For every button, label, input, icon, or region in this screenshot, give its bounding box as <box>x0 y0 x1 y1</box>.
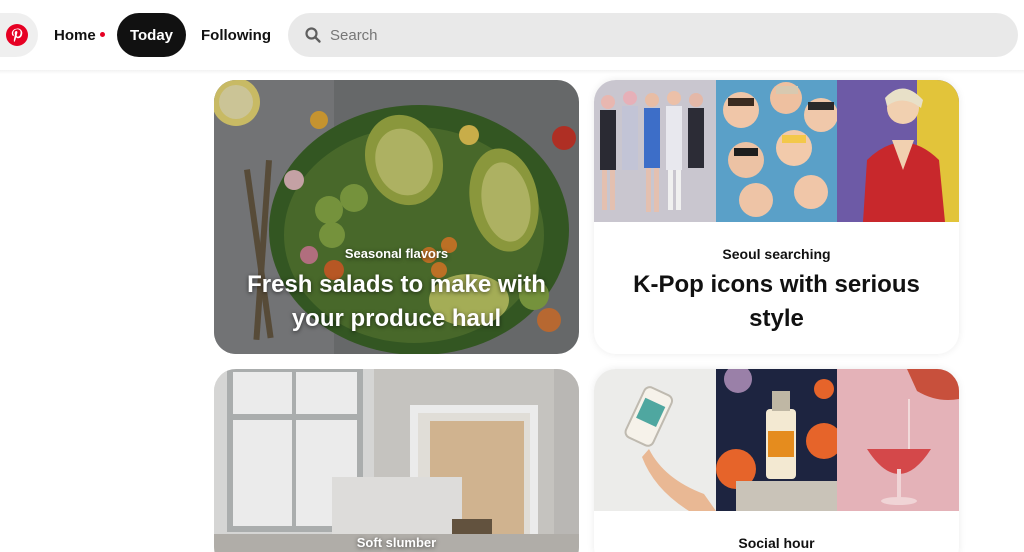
logo-mark <box>6 24 28 46</box>
search-icon <box>305 27 321 43</box>
card-headline-line-2: style <box>749 305 804 332</box>
card-headline-line-1: Fresh salads to make with <box>247 271 546 298</box>
today-card-salads[interactable]: Seasonal flavors Fresh salads to make wi… <box>214 80 579 354</box>
card-eyebrow: Seoul searching <box>722 246 831 262</box>
card-eyebrow: Seasonal flavors <box>344 246 449 261</box>
search-bar[interactable] <box>288 13 1018 57</box>
notification-dot <box>99 31 105 37</box>
nav-following[interactable]: Following <box>193 13 279 57</box>
card-headline-line-2: your produce haul <box>291 305 502 332</box>
nav-home-label: Home <box>54 26 96 44</box>
drinks-photo-strip <box>594 369 959 511</box>
drinks-photo-3 <box>837 369 959 511</box>
kpop-photo-2 <box>715 80 838 222</box>
drinks-photo-1 <box>594 369 716 511</box>
card-eyebrow: Social hour <box>738 535 815 551</box>
card-headline-line-1: K-Pop icons with serious <box>633 271 920 298</box>
today-card-kpop[interactable]: Seoul searching K-Pop icons with serious… <box>594 80 959 354</box>
pinterest-logo-icon[interactable] <box>0 13 38 57</box>
header-divider <box>0 70 1024 74</box>
today-card-social-hour[interactable]: Social hour <box>594 369 959 552</box>
nav-home[interactable]: Home <box>46 13 113 57</box>
logo-p-glyph <box>11 28 23 43</box>
top-nav-bar: Home Today Following <box>0 0 1024 70</box>
nav-following-label: Following <box>201 26 271 44</box>
search-input[interactable] <box>330 26 970 44</box>
kpop-photo-3 <box>837 80 959 222</box>
card-eyebrow: Soft slumber <box>356 535 437 550</box>
kpop-photo-strip <box>594 80 959 222</box>
nav-today-label: Today <box>129 26 174 44</box>
nav-today[interactable]: Today <box>117 13 186 57</box>
drinks-photo-2 <box>715 369 838 511</box>
today-card-soft-slumber[interactable]: Soft slumber <box>214 369 579 552</box>
kpop-photo-1 <box>594 80 716 222</box>
bedroom-photo <box>214 369 579 552</box>
